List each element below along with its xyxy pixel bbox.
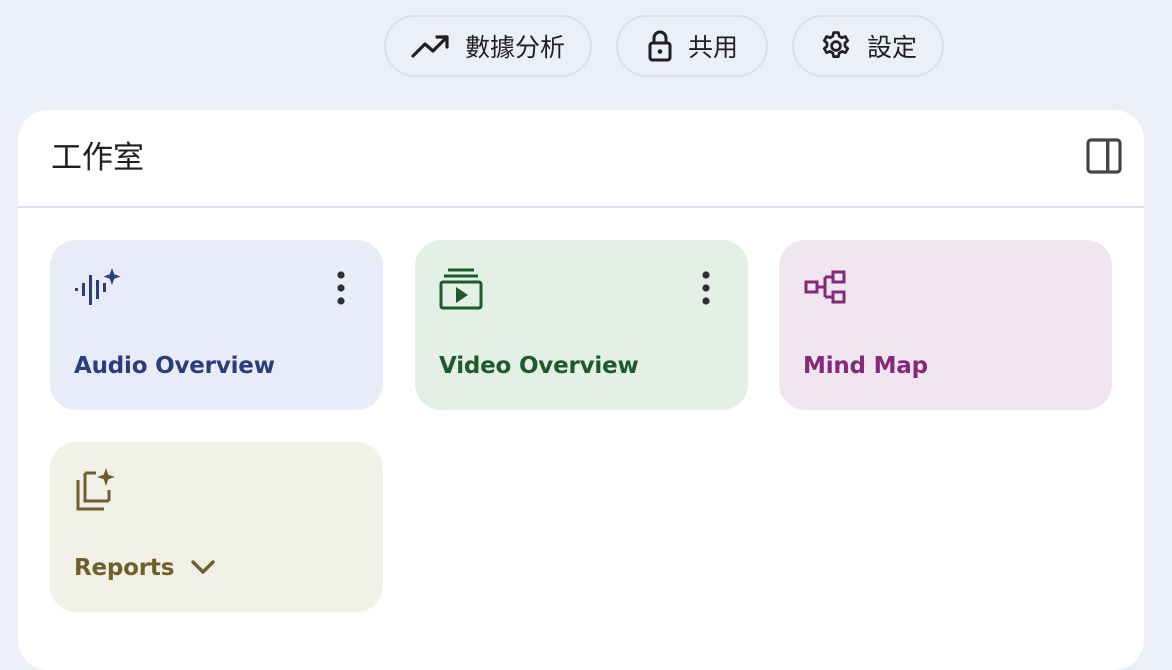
mind-map-label: Mind Map [803,352,928,380]
mind-map-card[interactable]: Mind Map [779,240,1112,410]
reports-label: Reports [74,554,216,582]
audio-overview-card[interactable]: Audio Overview [50,240,383,410]
reports-text: Reports [74,555,175,581]
audio-overview-more-button[interactable] [329,270,353,310]
trending-up-icon [411,32,451,60]
settings-label: 設定 [866,33,917,62]
video-overview-text: Video Overview [439,353,639,379]
studio-header: 工作室 [18,110,1144,208]
more-vert-icon [701,270,711,310]
settings-button[interactable]: 設定 [792,15,944,77]
reports-card[interactable]: Reports [50,442,383,612]
studio-title: 工作室 [51,140,144,176]
audio-overview-text: Audio Overview [74,353,275,379]
video-overview-card[interactable]: Video Overview [415,240,748,410]
studio-panel: 工作室 Audio Overview Video Overview Mind M… [18,110,1144,670]
panel-toggle-button[interactable] [1084,138,1124,178]
video-library-icon [439,266,487,314]
side-panel-icon [1086,138,1122,178]
share-button[interactable]: 共用 [616,15,768,77]
video-overview-label: Video Overview [439,352,639,380]
mind-map-text: Mind Map [803,353,928,379]
audio-sparkle-icon [74,266,122,314]
gear-icon [819,29,853,63]
reports-sparkle-icon [74,468,122,516]
chevron-down-icon[interactable] [190,554,216,582]
audio-overview-label: Audio Overview [74,352,275,380]
share-label: 共用 [687,33,738,62]
video-overview-more-button[interactable] [694,270,718,310]
lock-icon [646,29,674,63]
more-vert-icon [336,270,346,310]
mind-map-icon [803,266,851,314]
analytics-button[interactable]: 數據分析 [384,15,592,77]
analytics-label: 數據分析 [464,33,565,62]
